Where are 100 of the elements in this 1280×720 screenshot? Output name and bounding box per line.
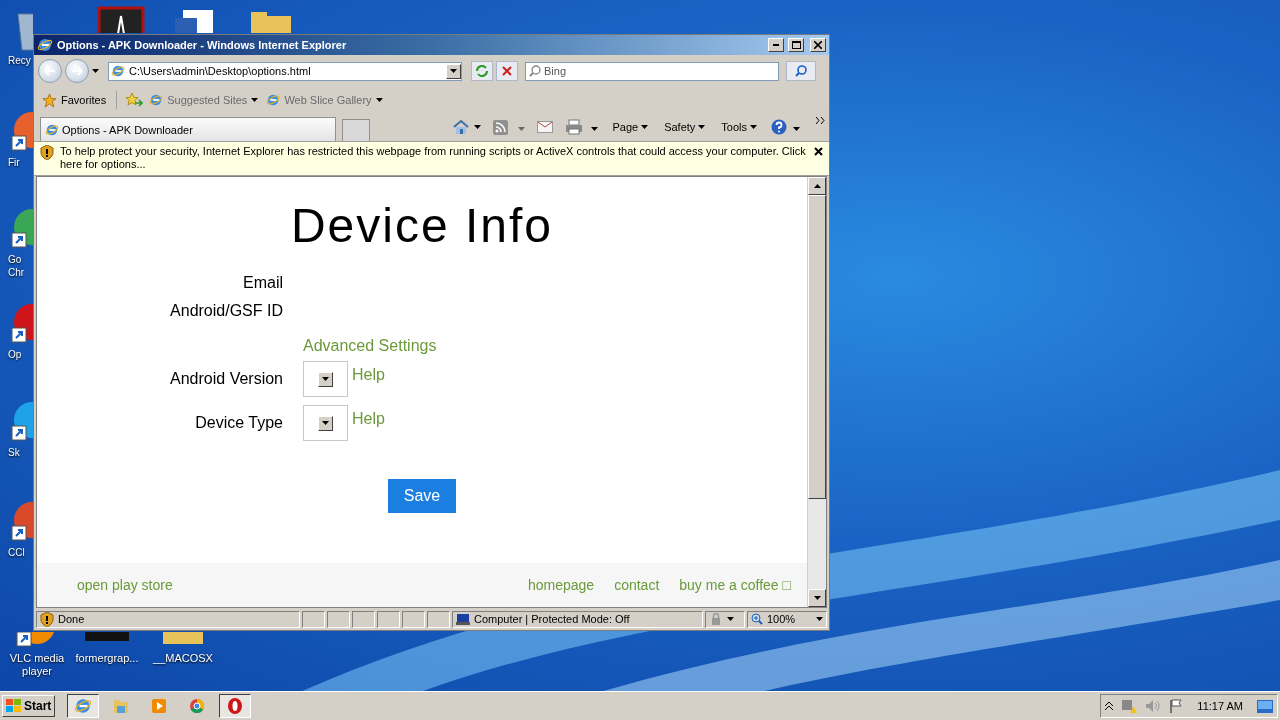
- zoom-icon[interactable]: [751, 613, 763, 625]
- desktop-icon-label[interactable]: Go Chr: [8, 253, 33, 279]
- favorites-button[interactable]: Favorites: [40, 92, 109, 108]
- flag-icon[interactable]: [1169, 699, 1184, 713]
- shield-icon: [40, 611, 54, 627]
- page-icon: [149, 93, 164, 107]
- zone-text: Computer | Protected Mode: Off: [474, 613, 630, 625]
- taskbar-app-button[interactable]: [67, 694, 100, 718]
- stop-icon: [502, 66, 512, 76]
- dropdown-select[interactable]: [303, 361, 348, 397]
- desktop-icon-label[interactable]: Fir: [8, 156, 33, 169]
- status-pane: [402, 610, 425, 628]
- folder-icon: [112, 697, 131, 715]
- start-button[interactable]: Start: [2, 695, 56, 717]
- chevron-up-icon[interactable]: [1105, 701, 1114, 711]
- page-icon: [45, 122, 59, 137]
- dropdown-caret-icon: [375, 98, 383, 102]
- minimize-icon: [773, 44, 779, 46]
- dropdown-caret-icon: [251, 98, 259, 102]
- close-button[interactable]: [814, 145, 823, 158]
- back-button[interactable]: [38, 59, 62, 83]
- dropdown-caret-icon: [322, 377, 329, 381]
- chevron-icon[interactable]: [816, 117, 825, 124]
- clock[interactable]: 11:17 AM: [1197, 700, 1243, 712]
- app-icon[interactable]: [97, 6, 145, 33]
- status-pane: [377, 610, 400, 628]
- desktop-icon-label[interactable]: CCl: [8, 546, 33, 559]
- dropdown-caret-icon: [322, 421, 329, 425]
- dropdown-caret-icon: [727, 617, 734, 621]
- desktop-icon-label[interactable]: __MACOSX: [150, 652, 216, 665]
- windows-logo: [6, 699, 22, 713]
- show-desktop-icon[interactable]: [1257, 699, 1273, 713]
- page-icon: [266, 93, 281, 107]
- status-pane: [327, 610, 350, 628]
- opera-icon: [226, 697, 245, 715]
- field-label: Android/GSF ID: [169, 301, 283, 321]
- field-label: Android Version: [169, 369, 283, 389]
- page-icon: [111, 64, 125, 78]
- status-pane: [352, 610, 375, 628]
- dropdown-caret-icon: [474, 125, 482, 129]
- desktop-icon-label[interactable]: formergrap...: [72, 652, 142, 665]
- favorites-link[interactable]: Web Slice Gallery: [264, 93, 385, 107]
- address-field[interactable]: C:\Users\admin\Desktop\options.html: [108, 61, 462, 81]
- computer-icon: [456, 613, 470, 625]
- help-icon[interactable]: [771, 119, 787, 135]
- scrollbar[interactable]: [807, 177, 826, 607]
- dropdown-select[interactable]: [303, 405, 348, 441]
- status-pane: [302, 610, 325, 628]
- search-button[interactable]: [786, 61, 816, 81]
- printer-icon[interactable]: [565, 119, 584, 135]
- play-icon: [150, 697, 169, 715]
- maximize-icon: [791, 41, 801, 49]
- search-field[interactable]: Bing: [525, 61, 779, 81]
- info-bar[interactable]: To help protect your security, Internet Explorer has restricted this webpage from running scripts or ActiveX controls that could access your computer. Click here for options...: [34, 141, 829, 176]
- refresh-button[interactable]: [471, 61, 493, 81]
- dropdown-caret-icon: [591, 127, 599, 131]
- desktop-icon-label[interactable]: Recy: [8, 54, 33, 67]
- feed-icon[interactable]: [493, 119, 509, 135]
- stop-button[interactable]: [496, 61, 518, 81]
- maximize-button[interactable]: [788, 38, 804, 52]
- forward-button[interactable]: [65, 59, 89, 83]
- desktop-icon-label[interactable]: VLC media player: [5, 652, 69, 678]
- field-label: Device Type: [194, 413, 283, 433]
- command-menu[interactable]: Tools: [719, 121, 759, 133]
- scroll-up-icon[interactable]: [813, 184, 821, 188]
- browser-icon: [74, 697, 93, 715]
- home-icon[interactable]: [452, 119, 471, 135]
- dropdown-caret-icon: [698, 125, 706, 129]
- dropdown-caret-icon: [793, 127, 800, 131]
- chrome-icon: [188, 697, 207, 715]
- refresh-icon: [475, 65, 489, 77]
- close-button[interactable]: [810, 38, 826, 52]
- star-icon: [42, 92, 57, 108]
- dropdown-caret-icon: [450, 69, 457, 73]
- forward-arrow-icon: [71, 66, 83, 76]
- dropdown-caret-icon: [641, 125, 649, 129]
- mail-icon[interactable]: [537, 121, 554, 133]
- command-menu[interactable]: Page: [610, 121, 651, 133]
- command-menu[interactable]: Safety: [662, 121, 708, 133]
- dropdown-caret-icon: [518, 127, 526, 131]
- close-icon: [814, 41, 822, 49]
- desktop-icon-label[interactable]: Sk: [8, 446, 33, 459]
- search-icon: [795, 65, 807, 77]
- scroll-down-icon: [813, 596, 821, 600]
- scrollbar-thumb[interactable]: [808, 195, 826, 499]
- dropdown-caret-icon: [750, 125, 757, 129]
- ie-icon: [37, 37, 53, 53]
- desktop-icon-label[interactable]: Op: [8, 348, 33, 361]
- save-button[interactable]: Save: [388, 479, 456, 513]
- shield-icon: [40, 145, 54, 160]
- favorites-link[interactable]: Suggested Sites: [147, 93, 261, 107]
- taskbar-app-button[interactable]: [219, 694, 252, 718]
- info-bar-message: To help protect your security, Internet Explorer has restricted this webpage from running scripts or ActiveX controls that could access your computer. Click here for options...: [60, 145, 807, 171]
- browser-tab[interactable]: Options - APK Downloader: [40, 117, 336, 141]
- history-caret-icon: [92, 69, 99, 73]
- page-title: Device Info: [290, 198, 554, 254]
- search-icon: [529, 64, 541, 77]
- field-label: Email: [242, 273, 283, 293]
- back-arrow-icon: [44, 66, 56, 76]
- minimize-button[interactable]: [768, 38, 784, 52]
